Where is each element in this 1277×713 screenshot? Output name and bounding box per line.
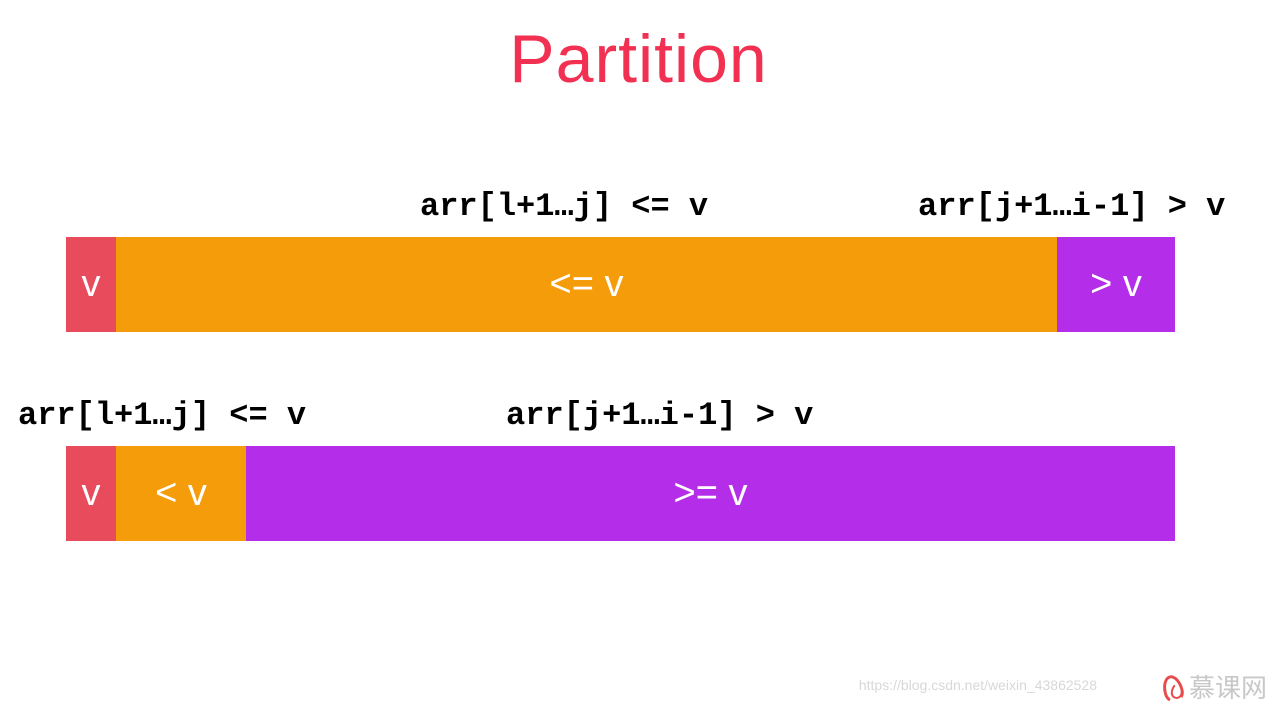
right-segment-2: >= v <box>246 446 1175 541</box>
page-title: Partition <box>0 0 1277 98</box>
partition-bar-1: v <= v > v <box>66 237 1175 332</box>
label-row-2: arr[l+1…j] <= v arr[j+1…i-1] > v <box>0 397 1277 434</box>
right-segment-1: > v <box>1057 237 1175 332</box>
watermark-url: https://blog.csdn.net/weixin_43862528 <box>859 677 1097 693</box>
label-right-1: arr[j+1…i-1] > v <box>918 188 1225 225</box>
pivot-segment-2: v <box>66 446 116 541</box>
watermark-logo: 慕课网 <box>1161 668 1267 705</box>
label-row-1: arr[l+1…j] <= v arr[j+1…i-1] > v <box>0 188 1277 225</box>
partition-bar-2: v < v >= v <box>66 446 1175 541</box>
middle-segment-1: <= v <box>116 237 1057 332</box>
label-right-2: arr[j+1…i-1] > v <box>506 397 813 434</box>
pivot-segment-1: v <box>66 237 116 332</box>
diagram-section-2: arr[l+1…j] <= v arr[j+1…i-1] > v v < v >… <box>0 397 1277 541</box>
watermark-text: 慕课网 <box>1189 668 1267 705</box>
middle-segment-2: < v <box>116 446 246 541</box>
label-left-1: arr[l+1…j] <= v <box>420 188 708 225</box>
flame-icon <box>1161 673 1183 701</box>
diagram-section-1: arr[l+1…j] <= v arr[j+1…i-1] > v v <= v … <box>0 188 1277 332</box>
label-left-2: arr[l+1…j] <= v <box>18 397 306 434</box>
